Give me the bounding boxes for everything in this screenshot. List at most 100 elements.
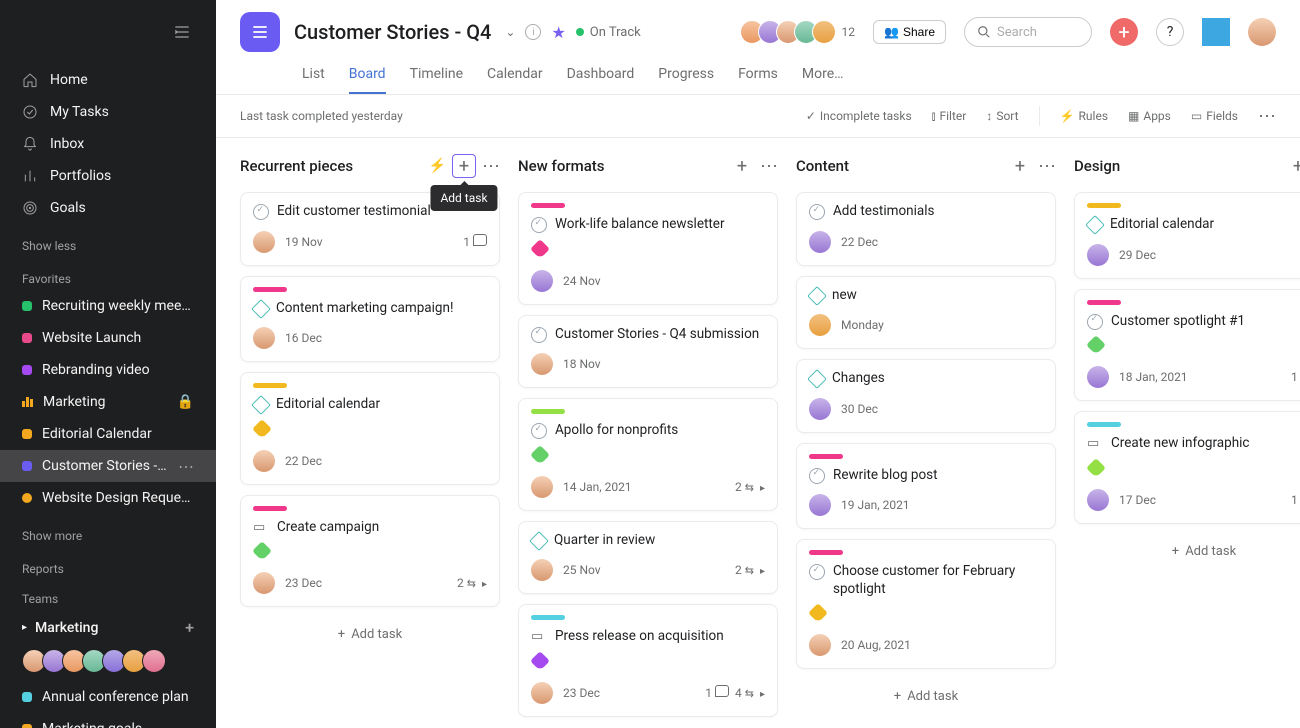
column-title[interactable]: Design bbox=[1074, 157, 1280, 175]
expand-icon[interactable] bbox=[760, 686, 765, 700]
star-icon[interactable]: ★ bbox=[551, 23, 565, 42]
column-more[interactable]: ⋯ bbox=[760, 156, 778, 177]
team-marketing[interactable]: ▸ Marketing + bbox=[0, 610, 216, 645]
assignee-avatar[interactable] bbox=[253, 231, 275, 253]
assignee-avatar[interactable] bbox=[531, 682, 553, 704]
tag-icon[interactable] bbox=[808, 603, 828, 623]
subtask-count[interactable]: 2 bbox=[457, 576, 476, 590]
milestone-icon[interactable] bbox=[807, 369, 827, 389]
column-more[interactable]: ⋯ bbox=[482, 156, 500, 177]
subtask-count[interactable]: 1 bbox=[1291, 493, 1300, 507]
task-card[interactable]: ▭Press release on acquisition23 Dec1 4 bbox=[518, 604, 778, 717]
nav-goals[interactable]: Goals bbox=[0, 192, 216, 224]
fav-item[interactable]: Editorial Calendar bbox=[0, 418, 216, 450]
complete-check[interactable] bbox=[809, 468, 825, 484]
fav-item[interactable]: Rebranding video bbox=[0, 354, 216, 386]
add-task-plus[interactable]: + bbox=[1286, 154, 1300, 178]
tab-calendar[interactable]: Calendar bbox=[487, 60, 543, 94]
task-card[interactable]: Rewrite blog post19 Jan, 2021 bbox=[796, 443, 1056, 530]
favorites-header[interactable]: Favorites bbox=[0, 260, 216, 290]
assignee-avatar[interactable] bbox=[531, 353, 553, 375]
due-date[interactable]: 23 Dec bbox=[563, 686, 600, 700]
tab-dashboard[interactable]: Dashboard bbox=[567, 60, 635, 94]
fav-item[interactable]: Recruiting weekly mee… bbox=[0, 290, 216, 322]
milestone-icon[interactable] bbox=[1085, 215, 1105, 235]
task-card[interactable]: Editorial calendar29 Dec bbox=[1074, 192, 1300, 279]
due-date[interactable]: 25 Nov bbox=[563, 563, 601, 577]
due-date[interactable]: 29 Dec bbox=[1119, 248, 1156, 262]
project-title[interactable]: Customer Stories - Q4 bbox=[294, 20, 491, 44]
task-card[interactable]: Add testimonials22 Dec bbox=[796, 192, 1056, 266]
fields-button[interactable]: ▭ Fields bbox=[1191, 109, 1238, 123]
rules-button[interactable]: ⚡ Rules bbox=[1060, 109, 1108, 123]
team-project[interactable]: Marketing goals bbox=[0, 713, 216, 728]
complete-check[interactable] bbox=[531, 327, 547, 343]
search-input[interactable]: Search bbox=[964, 17, 1092, 47]
due-date[interactable]: 19 Jan, 2021 bbox=[841, 498, 910, 512]
filter-button[interactable]: ⫾ Filter bbox=[932, 109, 967, 124]
complete-check[interactable] bbox=[531, 423, 547, 439]
add-team-project-button[interactable]: + bbox=[185, 618, 194, 637]
project-dropdown[interactable]: ⌄ bbox=[505, 25, 515, 39]
nav-inbox[interactable]: Inbox bbox=[0, 128, 216, 160]
task-card[interactable]: ▭Create new infographic17 Dec1 bbox=[1074, 411, 1300, 524]
fav-item[interactable]: Customer Stories - Q4⋯ bbox=[0, 450, 216, 482]
complete-check[interactable] bbox=[809, 204, 825, 220]
tag-icon[interactable] bbox=[252, 419, 272, 439]
comment-count[interactable]: 1 bbox=[705, 685, 729, 700]
tab-timeline[interactable]: Timeline bbox=[410, 60, 463, 94]
task-card[interactable]: Choose customer for February spotlight20… bbox=[796, 539, 1056, 669]
column-more[interactable]: ⋯ bbox=[1038, 156, 1056, 177]
complete-check[interactable] bbox=[531, 217, 547, 233]
column-title[interactable]: Recurrent pieces bbox=[240, 157, 423, 175]
nav-my-tasks[interactable]: My Tasks bbox=[0, 96, 216, 128]
due-date[interactable]: 22 Dec bbox=[841, 235, 878, 249]
show-more-link[interactable]: Show more bbox=[0, 522, 216, 550]
status-pill[interactable]: On Track bbox=[576, 25, 641, 40]
global-add-button[interactable]: + bbox=[1110, 18, 1138, 46]
incomplete-filter[interactable]: ✓ Incomplete tasks bbox=[806, 109, 912, 123]
assignee-avatar[interactable] bbox=[531, 559, 553, 581]
add-task-plus[interactable]: +Add task bbox=[452, 154, 476, 178]
subtask-count[interactable]: 4 bbox=[735, 686, 754, 700]
assignee-avatar[interactable] bbox=[253, 572, 275, 594]
collapse-sidebar-button[interactable] bbox=[0, 0, 216, 64]
tag-icon[interactable] bbox=[530, 445, 550, 465]
complete-check[interactable] bbox=[253, 204, 269, 220]
milestone-icon[interactable] bbox=[251, 299, 271, 319]
assignee-avatar[interactable] bbox=[809, 231, 831, 253]
task-card[interactable]: Work-life balance newsletter24 Nov bbox=[518, 192, 778, 305]
tag-icon[interactable] bbox=[252, 541, 272, 561]
tab-board[interactable]: Board bbox=[349, 60, 386, 94]
due-date[interactable]: 14 Jan, 2021 bbox=[563, 480, 632, 494]
share-button[interactable]: 👥Share bbox=[873, 20, 946, 44]
due-date[interactable]: Monday bbox=[841, 318, 884, 332]
subtask-count[interactable]: 1 bbox=[1291, 370, 1300, 384]
task-card[interactable]: Customer spotlight #118 Jan, 20211 bbox=[1074, 289, 1300, 402]
milestone-icon[interactable] bbox=[251, 395, 271, 415]
reports-header[interactable]: Reports bbox=[0, 550, 216, 580]
due-date[interactable]: 17 Dec bbox=[1119, 493, 1156, 507]
task-card[interactable]: Apollo for nonprofits14 Jan, 20212 bbox=[518, 398, 778, 511]
due-date[interactable]: 16 Dec bbox=[285, 331, 322, 345]
member-avatars[interactable]: 12 bbox=[740, 20, 856, 44]
milestone-icon[interactable] bbox=[529, 531, 549, 551]
column-title[interactable]: New formats bbox=[518, 157, 724, 175]
info-icon[interactable]: i bbox=[525, 24, 541, 40]
column-title[interactable]: Content bbox=[796, 157, 1002, 175]
task-card[interactable]: Customer Stories - Q4 submission18 Nov bbox=[518, 315, 778, 389]
expand-icon[interactable] bbox=[760, 563, 765, 577]
assignee-avatar[interactable] bbox=[253, 327, 275, 349]
fav-item[interactable]: Marketing🔒 bbox=[0, 386, 216, 418]
task-card[interactable]: Changes30 Dec bbox=[796, 359, 1056, 433]
due-date[interactable]: 22 Dec bbox=[285, 454, 322, 468]
apps-button[interactable]: ▦ Apps bbox=[1128, 109, 1171, 123]
nav-home[interactable]: Home bbox=[0, 64, 216, 96]
comment-count[interactable]: 1 bbox=[463, 234, 487, 249]
teams-header[interactable]: Teams bbox=[0, 580, 216, 610]
tag-icon[interactable] bbox=[1086, 458, 1106, 478]
assignee-avatar[interactable] bbox=[809, 634, 831, 656]
assignee-avatar[interactable] bbox=[531, 270, 553, 292]
tab-more[interactable]: More… bbox=[802, 60, 844, 94]
task-card[interactable]: newMonday bbox=[796, 276, 1056, 350]
